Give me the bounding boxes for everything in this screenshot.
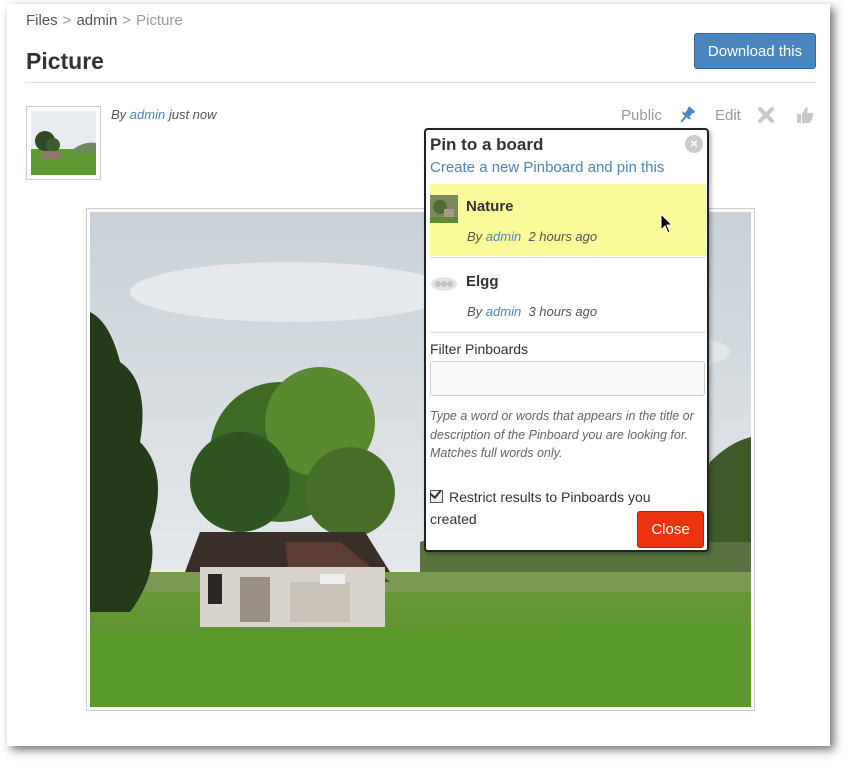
board-name: Nature — [466, 198, 514, 215]
breadcrumb-admin[interactable]: admin — [76, 12, 117, 29]
filter-label: Filter Pinboards — [430, 341, 529, 357]
page-title: Picture — [26, 48, 104, 74]
board-author-link[interactable]: admin — [486, 304, 521, 319]
breadcrumb-separator: > — [122, 12, 132, 29]
thumbs-up-icon[interactable] — [795, 105, 815, 129]
popup-title: Pin to a board — [430, 135, 544, 154]
board-item-elgg[interactable]: Elgg By admin 3 hours ago — [430, 259, 706, 331]
mouse-cursor-icon — [660, 213, 674, 234]
board-meta: By admin 2 hours ago — [467, 229, 597, 244]
board-author-link[interactable]: admin — [486, 229, 521, 244]
breadcrumb-separator: > — [62, 12, 72, 29]
close-circle-icon[interactable]: × — [685, 135, 703, 153]
board-thumbnail — [430, 195, 458, 223]
board-thumbnail — [431, 277, 457, 291]
access-public-label: Public — [621, 107, 662, 124]
download-button[interactable]: Download this — [694, 33, 816, 69]
breadcrumb-current: Picture — [136, 12, 183, 29]
board-divider — [430, 332, 706, 333]
board-meta-prefix: By — [467, 229, 483, 244]
pin-icon[interactable] — [677, 105, 697, 129]
board-divider — [430, 257, 706, 258]
byline-prefix: By — [111, 107, 127, 122]
create-pinboard-link[interactable]: Create a new Pinboard and pin this — [430, 159, 664, 176]
filter-input[interactable] — [430, 361, 705, 396]
restrict-checkbox[interactable] — [430, 489, 443, 503]
file-thumbnail[interactable] — [26, 106, 101, 180]
board-time: 3 hours ago — [528, 304, 598, 319]
breadcrumb: Files > admin > Picture — [26, 12, 183, 29]
byline-time: just now — [168, 107, 217, 122]
board-name: Elgg — [466, 273, 499, 290]
board-meta: By admin 3 hours ago — [467, 304, 597, 319]
delete-x-icon[interactable] — [757, 106, 775, 128]
pin-to-board-popup: Pin to a board × Create a new Pinboard a… — [424, 128, 709, 552]
restrict-label[interactable]: Restrict results to Pinboards you create… — [430, 489, 651, 527]
filter-help-text: Type a word or words that appears in the… — [430, 409, 694, 460]
title-divider — [26, 82, 816, 83]
close-button[interactable]: Close — [637, 511, 704, 548]
breadcrumb-files[interactable]: Files — [26, 12, 58, 29]
file-byline: By admin just now — [111, 107, 217, 122]
edit-link[interactable]: Edit — [715, 107, 741, 124]
board-meta-prefix: By — [467, 304, 483, 319]
board-time: 2 hours ago — [528, 229, 598, 244]
thumbnail-image — [31, 111, 96, 175]
byline-author-link[interactable]: admin — [130, 107, 165, 122]
